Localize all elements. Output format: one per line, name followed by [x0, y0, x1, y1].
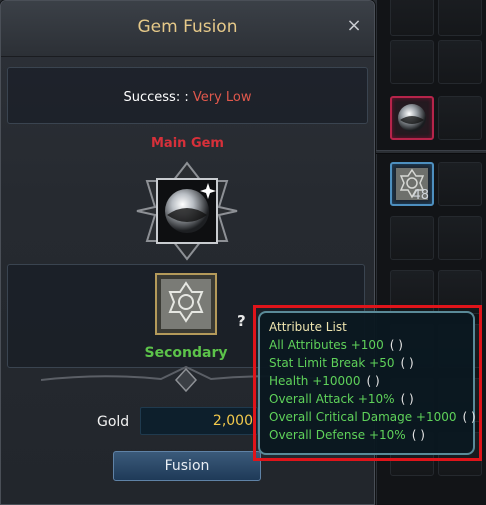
- attribute-paren: ( ): [400, 392, 414, 406]
- gold-amount: 2,000: [140, 407, 258, 435]
- orb-gem-icon: [398, 104, 426, 132]
- success-rate: Success: : Very Low: [1, 90, 374, 105]
- attribute-text: Overall Critical Damage +1000: [269, 410, 457, 424]
- inventory-slot-main-gem[interactable]: [390, 96, 434, 140]
- inventory-slot[interactable]: [390, 0, 434, 36]
- main-gem-slot[interactable]: [127, 161, 247, 261]
- attribute-text: Health +10000: [269, 374, 361, 388]
- success-value: Very Low: [192, 90, 252, 105]
- attribute-paren: ( ): [389, 338, 403, 352]
- attribute-text: Stat Limit Break +50: [269, 356, 395, 370]
- attribute-paren: ( ): [366, 374, 380, 388]
- inventory-divider: [376, 150, 486, 154]
- success-label: Success: :: [123, 90, 189, 105]
- close-icon[interactable]: ×: [345, 15, 363, 37]
- attribute-row: Health +10000 ( ): [269, 374, 473, 392]
- attribute-row: Overall Defense +10% ( ): [269, 428, 473, 446]
- window-title: Gem Fusion: [137, 17, 238, 37]
- inventory-slot[interactable]: [438, 216, 482, 260]
- stack-count: 48: [412, 188, 429, 203]
- inventory-slot[interactable]: [438, 96, 482, 140]
- attribute-row: All Attributes +100 ( ): [269, 338, 473, 356]
- attribute-text: Overall Defense +10%: [269, 428, 406, 442]
- attribute-list-tooltip: Attribute List All Attributes +100 ( ) St…: [258, 311, 476, 455]
- tooltip-title: Attribute List: [269, 320, 347, 334]
- inventory-slot[interactable]: [390, 216, 434, 260]
- inventory-slot[interactable]: [390, 40, 434, 84]
- attribute-row: Stat Limit Break +50 ( ): [269, 356, 473, 374]
- attribute-row: Overall Attack +10% ( ): [269, 392, 473, 410]
- fusion-button[interactable]: Fusion: [113, 451, 261, 481]
- gold-label: Gold: [97, 414, 130, 430]
- inventory-slot[interactable]: [438, 0, 482, 36]
- inventory-slot[interactable]: [438, 40, 482, 84]
- inventory-slot[interactable]: [438, 162, 482, 206]
- attribute-paren: ( ): [400, 356, 414, 370]
- main-gem-label: Main Gem: [151, 136, 224, 151]
- attribute-paren: ( ): [411, 428, 425, 442]
- attribute-text: Overall Attack +10%: [269, 392, 395, 406]
- inventory-slot-secondary[interactable]: 48: [390, 162, 434, 206]
- attribute-text: All Attributes +100: [269, 338, 384, 352]
- help-icon[interactable]: ?: [237, 312, 246, 330]
- secondary-gem-slot[interactable]: [155, 273, 217, 335]
- attribute-paren: ( ): [462, 410, 476, 424]
- attribute-row: Overall Critical Damage +1000 ( ): [269, 410, 476, 428]
